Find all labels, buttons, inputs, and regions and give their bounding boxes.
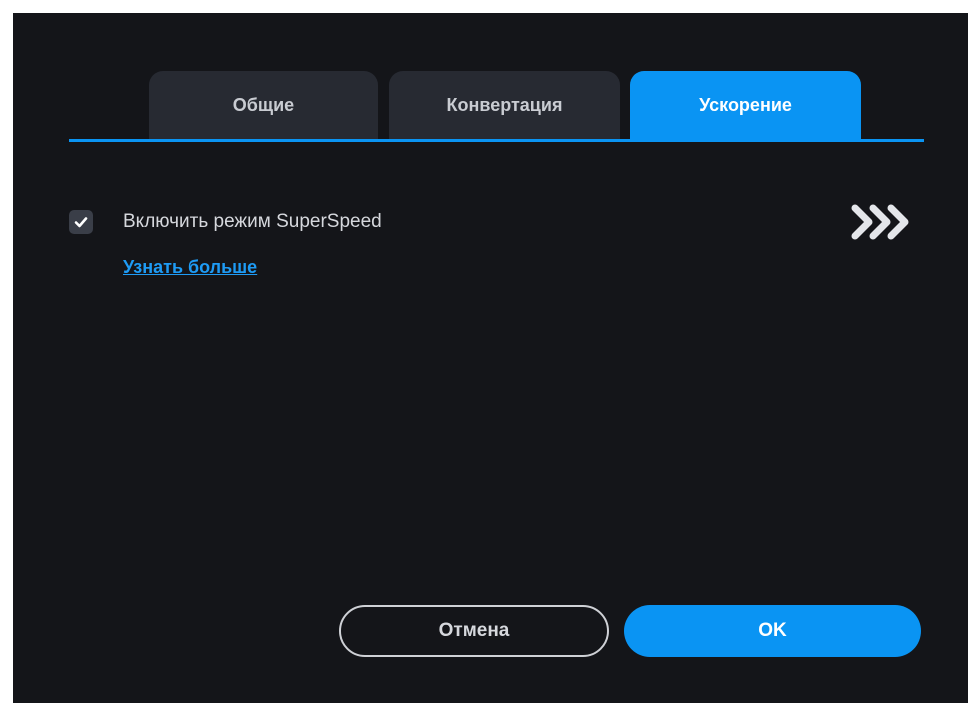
- tab-conversion[interactable]: Конвертация: [389, 71, 620, 140]
- settings-dialog: Общие Конвертация Ускорение Включить реж…: [13, 13, 968, 703]
- ok-button[interactable]: OK: [624, 605, 921, 657]
- tab-label: Конвертация: [446, 95, 563, 115]
- checkmark-icon: [74, 217, 88, 228]
- triple-chevron-right-icon: [851, 204, 909, 240]
- cancel-button[interactable]: Отмена: [339, 605, 609, 657]
- tab-general[interactable]: Общие: [149, 71, 378, 140]
- superspeed-checkbox[interactable]: [69, 210, 93, 234]
- tab-label: Общие: [232, 95, 295, 115]
- ok-button-label: OK: [758, 620, 787, 641]
- tab-underline: [69, 139, 924, 142]
- learn-more-link[interactable]: Узнать больше: [123, 254, 257, 280]
- tab-acceleration[interactable]: Ускорение: [630, 71, 861, 140]
- tab-label: Ускорение: [699, 95, 792, 115]
- cancel-button-label: Отмена: [438, 620, 510, 641]
- superspeed-label[interactable]: Включить режим SuperSpeed: [123, 209, 382, 235]
